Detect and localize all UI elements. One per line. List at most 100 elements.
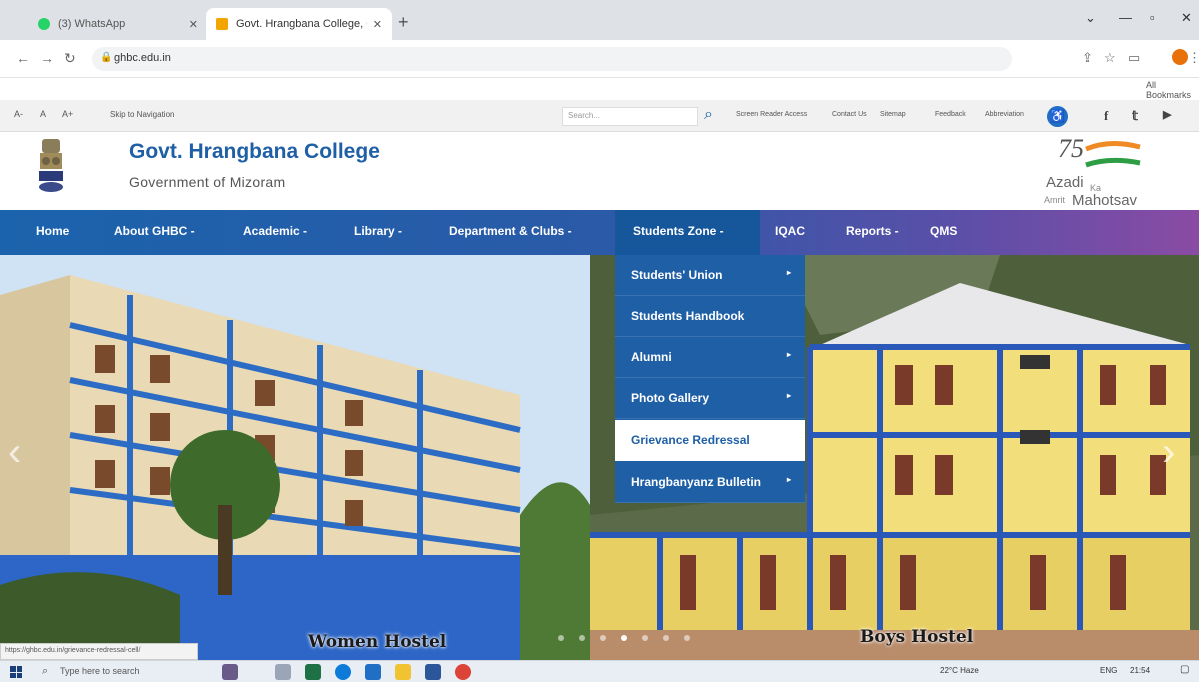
slider-next-icon[interactable]: ›: [1162, 430, 1175, 475]
browser-toolbar: ← → ↻ 🔒 ghbc.edu.in ⇪ ☆ ▭ ⋮: [0, 40, 1199, 78]
side-panel-icon[interactable]: ▭: [1128, 50, 1140, 66]
slider-dot[interactable]: [600, 635, 606, 641]
sitemap-link[interactable]: Sitemap: [880, 111, 906, 118]
cortana-horse-icon[interactable]: [222, 664, 238, 680]
input-language[interactable]: ENG: [1100, 666, 1117, 675]
excel-icon[interactable]: [305, 664, 321, 680]
nav-iqac[interactable]: IQAC: [775, 224, 805, 238]
weather-status[interactable]: 22°C Haze: [940, 666, 979, 675]
notifications-icon[interactable]: ▢: [1180, 664, 1189, 675]
nav-academic[interactable]: Academic -: [243, 224, 307, 238]
facebook-icon[interactable]: f: [1104, 108, 1108, 124]
dd-alumni[interactable]: Alumni ▸: [615, 337, 805, 378]
tab-title: Govt. Hrangbana College, Govt.: [236, 18, 367, 30]
dd-grievance-redressal[interactable]: Grievance Redressal: [615, 420, 805, 461]
caption-women-hostel: Women Hostel: [308, 632, 447, 652]
taskbar-search[interactable]: ⌕ Type here to search: [38, 664, 188, 680]
tab-search-icon[interactable]: ⌄: [1085, 10, 1096, 26]
students-zone-dropdown: Students' Union ▸ Students Handbook Alum…: [615, 255, 805, 503]
browser-tab-college[interactable]: Govt. Hrangbana College, Govt. ✕: [206, 8, 392, 40]
dd-label: Students' Union: [631, 268, 723, 282]
utility-bar: A- A A+ Skip to Navigation Search... ⌕ S…: [0, 100, 1199, 132]
windows-taskbar: ⌕ Type here to search 22°C Haze ENG 21:5…: [0, 660, 1199, 682]
site-search-input[interactable]: Search...: [562, 107, 698, 126]
slider-dot[interactable]: [663, 635, 669, 641]
reload-icon[interactable]: ↻: [64, 50, 76, 67]
windows-start-icon[interactable]: [10, 666, 22, 678]
nav-students-zone[interactable]: Students Zone -: [633, 224, 724, 238]
submenu-caret-icon: ▸: [786, 350, 791, 359]
dd-label: Hrangbanyanz Bulletin: [631, 475, 762, 489]
link-status-bar: https://ghbc.edu.in/grievance-redressal-…: [0, 643, 198, 660]
share-icon[interactable]: ⇪: [1082, 50, 1093, 66]
back-icon[interactable]: ←: [16, 50, 30, 66]
skip-to-navigation-link[interactable]: Skip to Navigation: [110, 110, 174, 119]
minimize-button[interactable]: —: [1119, 10, 1132, 25]
profile-avatar[interactable]: [1172, 49, 1188, 65]
slider-dot-active[interactable]: [621, 635, 627, 641]
contact-us-link[interactable]: Contact Us: [832, 111, 867, 118]
slider-dots: [558, 635, 690, 641]
maximize-button[interactable]: ▫: [1150, 10, 1155, 25]
college-subtitle: Government of Mizoram: [129, 174, 286, 190]
new-tab-button[interactable]: +: [398, 12, 409, 33]
hero-slider: ‹ › Women Hostel Boys Hostel: [0, 255, 1199, 660]
dd-hrangbanyanz-bulletin[interactable]: Hrangbanyanz Bulletin ▸: [615, 462, 805, 503]
feedback-link[interactable]: Feedback: [935, 111, 966, 118]
nav-library[interactable]: Library -: [354, 224, 402, 238]
close-window-button[interactable]: ✕: [1181, 10, 1192, 26]
browser-tab-whatsapp[interactable]: (3) WhatsApp ✕: [28, 8, 208, 40]
dd-label: Students Handbook: [631, 309, 745, 323]
youtube-icon[interactable]: ▶: [1163, 108, 1171, 121]
nav-home[interactable]: Home: [36, 224, 69, 238]
dd-label: Alumni: [631, 350, 672, 364]
taskbar-search-placeholder: Type here to search: [60, 666, 140, 676]
search-icon[interactable]: ⌕: [704, 106, 713, 124]
slider-prev-icon[interactable]: ‹: [8, 430, 21, 475]
tab-title: (3) WhatsApp: [58, 18, 126, 30]
dd-photo-gallery[interactable]: Photo Gallery ▸: [615, 378, 805, 419]
url-text: ghbc.edu.in: [114, 52, 171, 64]
address-bar[interactable]: 🔒 ghbc.edu.in: [92, 47, 1012, 71]
nav-department-clubs[interactable]: Department & Clubs -: [449, 224, 572, 238]
word-icon[interactable]: [425, 664, 441, 680]
close-tab-icon[interactable]: ✕: [189, 18, 198, 31]
task-view-icon[interactable]: [275, 664, 291, 680]
all-bookmarks[interactable]: All Bookmarks: [1146, 80, 1199, 100]
forward-icon[interactable]: →: [40, 50, 54, 66]
nav-reports[interactable]: Reports -: [846, 224, 899, 238]
azadi-ka-amrit-mahotsav-logo: 75 Azadi Ka Amrit Mahotsav: [1044, 135, 1141, 207]
nav-about-ghbc[interactable]: About GHBC -: [114, 224, 195, 238]
dd-label: Grievance Redressal: [631, 433, 750, 447]
azadi-number: 75: [1058, 135, 1084, 163]
dd-students-union[interactable]: Students' Union ▸: [615, 255, 805, 296]
nav-qms[interactable]: QMS: [930, 224, 957, 238]
lock-icon: 🔒: [100, 52, 113, 63]
twitter-icon[interactable]: 𝕥: [1132, 108, 1138, 124]
slider-dot[interactable]: [684, 635, 690, 641]
font-normal-button[interactable]: A: [40, 109, 46, 119]
college-name[interactable]: Govt. Hrangbana College: [129, 140, 380, 164]
menu-kebab-icon[interactable]: ⋮: [1188, 50, 1199, 66]
chrome-icon[interactable]: [455, 664, 471, 680]
hero-photo: [0, 255, 1199, 660]
submenu-caret-icon: ▸: [786, 475, 791, 484]
dd-label: Photo Gallery: [631, 391, 710, 405]
azadi-mahotsav: Mahotsav: [1072, 192, 1138, 207]
screen-reader-link[interactable]: Screen Reader Access: [736, 111, 807, 118]
slider-dot[interactable]: [579, 635, 585, 641]
font-decrease-button[interactable]: A-: [14, 109, 23, 119]
slider-dot[interactable]: [642, 635, 648, 641]
accessibility-icon[interactable]: ♿: [1047, 106, 1068, 127]
slider-dot[interactable]: [558, 635, 564, 641]
dd-students-handbook[interactable]: Students Handbook: [615, 296, 805, 337]
clock[interactable]: 21:54: [1130, 666, 1150, 675]
bookmark-star-icon[interactable]: ☆: [1104, 50, 1116, 66]
abbreviation-link[interactable]: Abbreviation: [985, 111, 1024, 118]
edge-icon[interactable]: [335, 664, 351, 680]
close-tab-icon[interactable]: ✕: [373, 18, 382, 31]
store-icon[interactable]: [365, 664, 381, 680]
font-increase-button[interactable]: A+: [62, 109, 73, 119]
file-explorer-icon[interactable]: [395, 664, 411, 680]
whatsapp-icon: [38, 18, 50, 30]
